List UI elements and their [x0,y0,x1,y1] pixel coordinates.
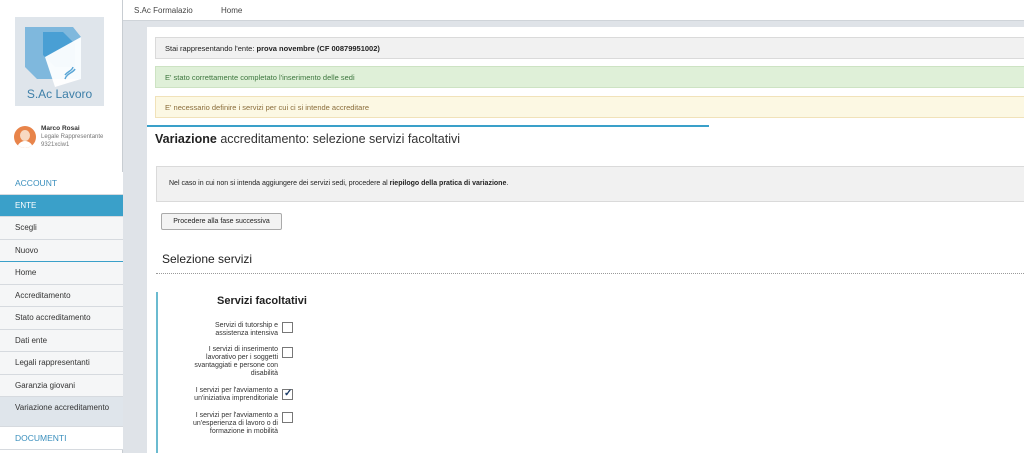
service-checkbox-imprenditoriale[interactable] [282,388,293,400]
next-step-button[interactable]: Procedere alla fase successiva [161,213,282,230]
sidebar-item-legali-rappresentanti[interactable]: Legali rappresentanti [0,352,123,375]
sidebar-item-garanzia-giovani[interactable]: Garanzia giovani [0,374,123,397]
notice-box: Nel caso in cui non si intenda aggiunger… [156,166,1024,202]
user-card: Marco Rosai Legale Rappresentante 9321xc… [14,124,123,156]
service-label-imprenditoriale: I servizi per l'avviamento a un'iniziati… [194,387,278,402]
sidebar-item-scegli[interactable]: Scegli [0,217,123,240]
service-checkbox-mobilita[interactable] [282,412,293,423]
sidebar-item-account[interactable]: ACCOUNT [0,172,123,195]
sidebar-item-variazione-accreditamento[interactable]: Variazione accreditamento [0,397,123,427]
user-code: 9321xciw1 [41,142,70,148]
page-title: Variazione accreditamento: selezione ser… [155,132,460,146]
logo-text: S.Ac Lavoro [26,87,93,101]
service-checkbox-tutorship[interactable] [282,322,293,333]
top-link-home[interactable]: Home [221,6,242,15]
page-title-rest: accreditamento: selezione servizi facolt… [216,132,461,146]
section-title: Selezione servizi [162,252,253,266]
sidebar: S.Ac Lavoro Marco Rosai Legale Rappresen… [0,0,123,453]
service-label-tutorship: Servizi di tutorship e assistenza intens… [214,322,278,337]
entity-info-alert: Stai rappresentando l'ente: prova novemb… [155,37,1024,59]
title-accent-bar [147,125,709,127]
app-logo[interactable]: S.Ac Lavoro [15,17,104,106]
sidebar-item-nuovo[interactable]: Nuovo [0,239,123,262]
services-fieldset: Servizi facoltativi Servizi di tutorship… [156,292,326,453]
sidebar-item-ente[interactable]: ENTE [0,194,123,217]
user-role: Legale Rappresentante [41,134,104,140]
avatar [14,126,36,148]
page-title-bold: Variazione [155,132,217,146]
top-link-formalazio[interactable]: S.Ac Formalazio [134,6,193,15]
section-divider [156,273,1024,274]
notice-bold: riepilogo della pratica di variazione [389,180,507,187]
sidebar-item-dati-ente[interactable]: Dati ente [0,329,123,352]
user-name: Marco Rosai [41,125,80,132]
fieldset-title: Servizi facoltativi [217,295,307,307]
sidebar-nav: ACCOUNT ENTE Scegli Nuovo Home Accredita… [0,172,123,450]
main-content: Stai rappresentando l'ente: prova novemb… [147,27,1024,453]
sidebar-item-accreditamento[interactable]: Accreditamento [0,284,123,307]
service-label-inserimento: I servizi di inserimento lavorativo per … [194,346,278,377]
sidebar-item-home[interactable]: Home [0,262,123,285]
entity-info-name: prova novembre (CF 00879951002) [256,44,380,53]
warning-alert: E' necessario definire i servizi per cui… [155,96,1024,118]
success-alert: E' stato correttamente completato l'inse… [155,66,1024,88]
service-checkbox-inserimento[interactable] [282,347,293,358]
sidebar-item-stato-accreditamento[interactable]: Stato accreditamento [0,307,123,330]
entity-info-prefix: Stai rappresentando l'ente: [165,44,257,53]
service-label-mobilita: I servizi per l'avviamento a un'esperien… [192,412,278,435]
sidebar-item-documenti[interactable]: DOCUMENTI [0,427,123,450]
notice-prefix: Nel caso in cui non si intenda aggiunger… [169,180,390,187]
top-bar: S.Ac Formalazio Home [123,0,1024,21]
notice-suffix: . [506,180,509,187]
